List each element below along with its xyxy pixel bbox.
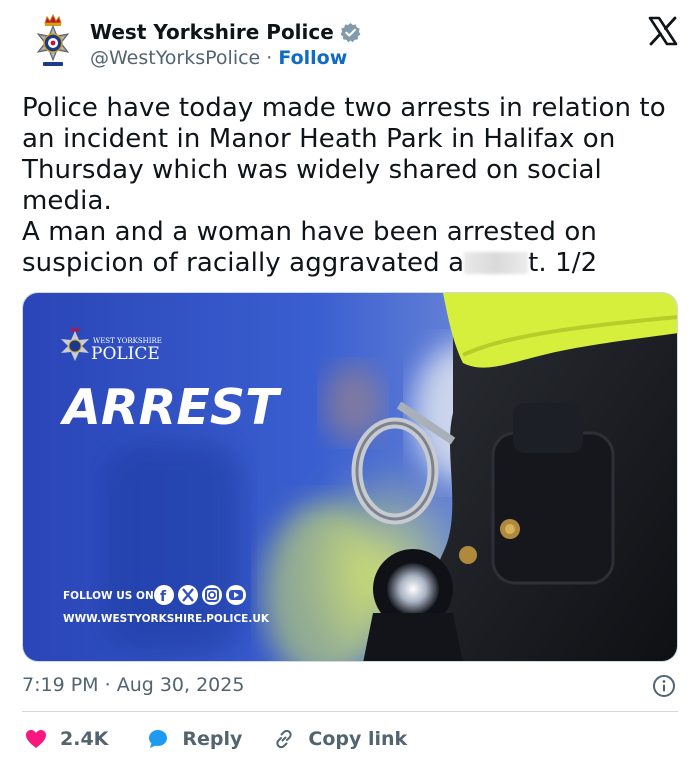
link-icon [276,729,293,749]
redaction-blur [464,252,529,274]
tweet-header: West Yorkshire Police @WestYorksPolice ·… [0,0,700,90]
speech-bubble-icon [149,730,168,748]
handle-separator: · [266,47,273,69]
banner-headline: ARREST [59,379,282,436]
reply-button[interactable]: Reply [146,727,242,751]
tweet-media-image[interactable]: WEST YORKSHIRE POLICE ARREST FOLLOW US O… [22,292,678,662]
follow-link[interactable]: Follow [278,47,347,69]
tweet-text-after-redaction: t. 1/2 [528,248,598,278]
tweet-meta-row: 7:19 PM · Aug 30, 2025 [22,674,678,700]
info-icon[interactable] [652,674,676,698]
banner-follow-us: FOLLOW US ON: [63,590,158,602]
author-name-row: West Yorkshire Police [90,20,361,44]
like-count: 2.4K [60,728,109,750]
tweet-actions: 2.4K Reply Copy link [24,724,407,754]
reply-label: Reply [182,728,243,750]
tweet-date[interactable]: Aug 30, 2025 [117,674,245,696]
arrest-banner-image: WEST YORKSHIRE POLICE ARREST FOLLOW US O… [23,293,677,661]
svg-text:f: f [160,589,167,605]
author-display-name[interactable]: West Yorkshire Police [90,20,334,44]
author-handle-row: @WestYorksPolice · Follow [90,47,347,69]
police-crest-avatar[interactable] [26,14,80,76]
heart-icon [26,730,46,748]
author-handle[interactable]: @WestYorksPolice [90,47,260,69]
copy-link-label: Copy link [308,728,408,750]
banner-website: WWW.WESTYORKSHIRE.POLICE.UK [63,613,270,625]
x-logo-icon[interactable] [648,16,678,46]
verified-badge-icon [340,22,361,42]
tweet-text: Police have today made two arrests in re… [22,93,682,279]
divider [22,711,678,712]
tweet-time[interactable]: 7:19 PM [22,674,99,696]
copy-link-button[interactable]: Copy link [272,727,407,751]
meta-separator: · [104,674,111,696]
like-button[interactable]: 2.4K [24,727,108,751]
banner-org-large: POLICE [91,344,160,364]
